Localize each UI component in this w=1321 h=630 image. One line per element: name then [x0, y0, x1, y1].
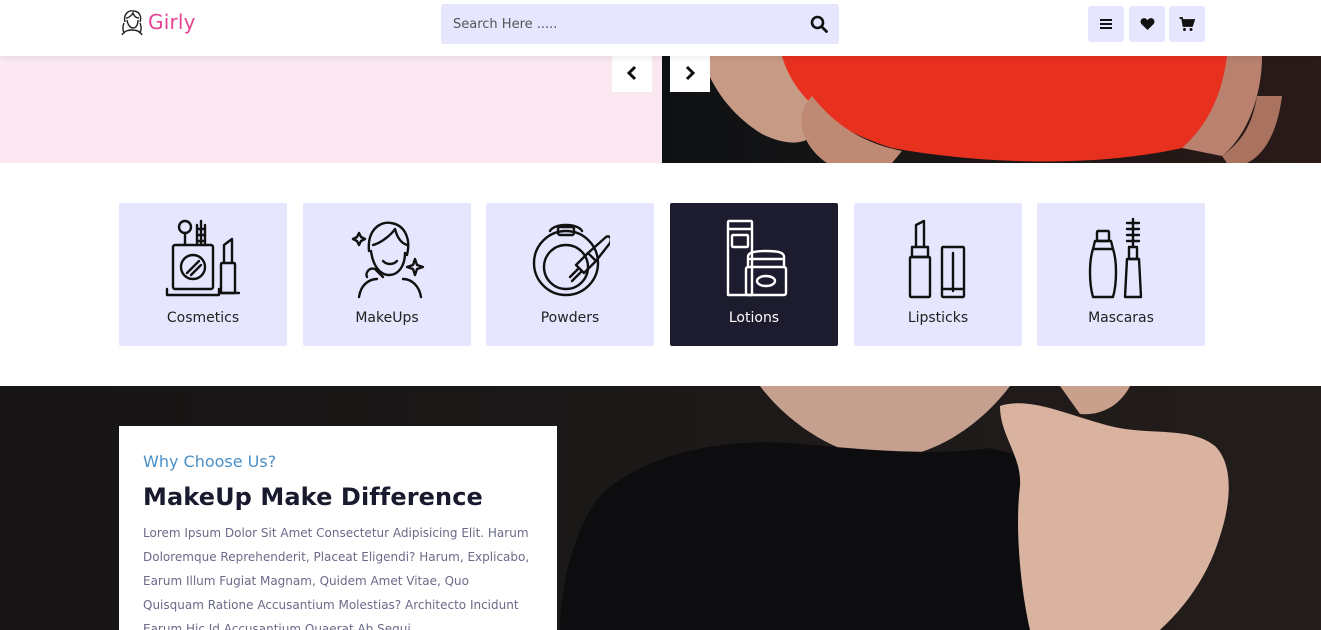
category-label: Cosmetics [166, 310, 240, 326]
hero-banner-image [662, 56, 1321, 163]
search-input[interactable] [441, 4, 801, 44]
category-label: Lotions [728, 310, 780, 326]
search-bar [441, 4, 839, 44]
lipstick-icon [908, 219, 966, 299]
menu-icon[interactable] [1088, 6, 1124, 42]
section-body: Lorem Ipsum Dolor Sit Amet Consectetur A… [143, 526, 530, 630]
category-lipsticks[interactable]: Lipsticks [854, 203, 1022, 346]
chevron-right-icon [685, 65, 696, 81]
section-kicker: Why Choose Us? [143, 452, 277, 471]
carousel-prev-button[interactable] [612, 54, 652, 92]
mascara-icon [1088, 217, 1143, 299]
why-choose-section: Why Choose Us? MakeUp Make Difference Lo… [0, 386, 1321, 630]
category-mascaras[interactable]: Mascaras [1037, 203, 1205, 346]
chevron-left-icon [626, 65, 637, 81]
category-powders[interactable]: Powders [486, 203, 654, 346]
category-lotions[interactable]: Lotions [670, 203, 838, 346]
makeup-face-icon [351, 221, 425, 299]
header: Girly [0, 0, 1321, 56]
category-makeups[interactable]: MakeUps [303, 203, 471, 346]
brand-name: Girly [148, 10, 196, 34]
category-label: Mascaras [1088, 310, 1154, 326]
category-label: Powders [540, 310, 600, 326]
category-label: MakeUps [355, 310, 419, 326]
model-photo-image [702, 56, 1282, 163]
why-choose-card: Why Choose Us? MakeUp Make Difference Lo… [119, 426, 557, 630]
cart-icon[interactable] [1169, 6, 1205, 42]
cosmetics-icon [165, 219, 241, 297]
brand-logo[interactable]: Girly [119, 8, 196, 36]
woman-face-logo-icon [121, 10, 143, 36]
category-cosmetics[interactable]: Cosmetics [119, 203, 287, 346]
search-icon[interactable] [807, 12, 831, 36]
lotion-icon [726, 219, 788, 297]
section-title: MakeUp Make Difference [143, 483, 483, 511]
hero-banner-left [0, 56, 662, 163]
category-label: Lipsticks [907, 310, 969, 326]
powder-compact-icon [532, 223, 610, 297]
carousel-next-button[interactable] [670, 54, 710, 92]
heart-icon[interactable] [1129, 6, 1165, 42]
